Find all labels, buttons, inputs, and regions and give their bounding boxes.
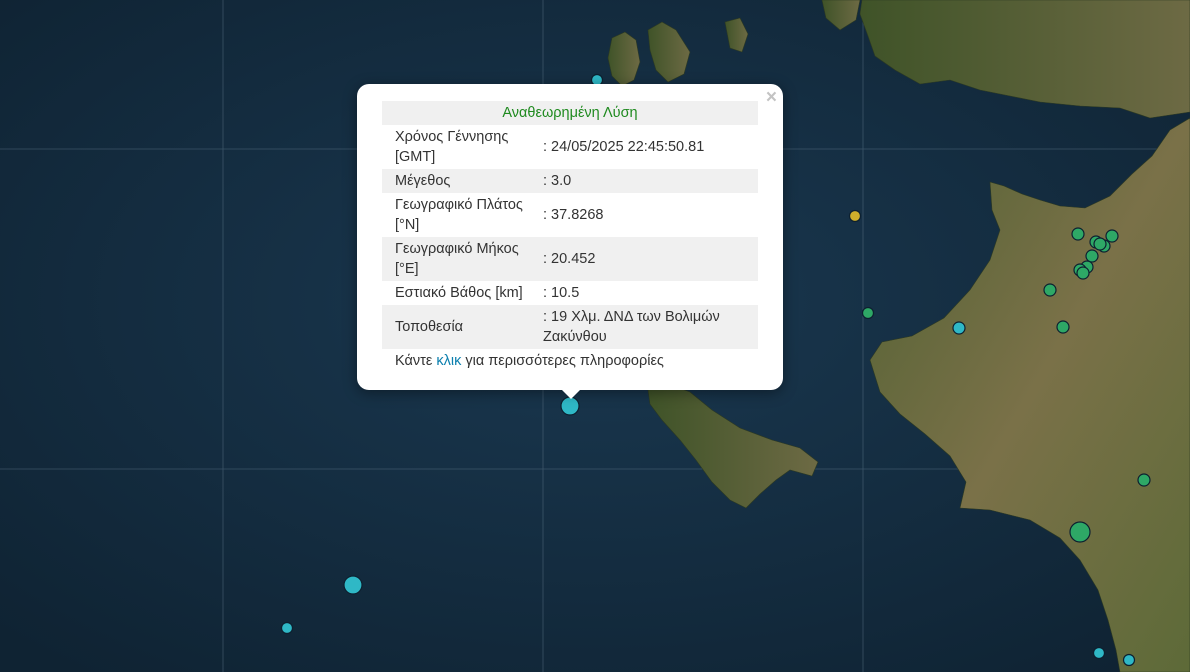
marker-green xyxy=(1076,266,1090,280)
table-row: Γεωγραφικό Μήκος [°E] : 20.452 xyxy=(382,237,758,281)
magnitude-value: : 3.0 xyxy=(543,173,572,189)
magnitude-label: Μέγεθος xyxy=(395,173,451,189)
marker-yellow xyxy=(848,209,862,223)
marker-green xyxy=(861,306,875,320)
latitude-label: Γεωγραφικό Πλάτος [°N] xyxy=(395,197,523,233)
popup-title: Αναθεωρημένη Λύση xyxy=(502,105,638,121)
table-row: Γεωγραφικό Πλάτος [°N] : 37.8268 xyxy=(382,193,758,237)
table-row: Τοποθεσία : 19 Χλμ. ΔΝΔ των Βολιμών Ζακύ… xyxy=(382,305,758,349)
depth-label: Εστιακό Βάθος [km] xyxy=(395,285,523,301)
marker-cyan xyxy=(280,621,294,635)
longitude-value: : 20.452 xyxy=(543,251,596,267)
marker-cyan-selected xyxy=(560,396,580,416)
table-row: Εστιακό Βάθος [km] : 10.5 xyxy=(382,281,758,305)
more-info-prefix: Κάντε xyxy=(395,353,433,369)
marker-green xyxy=(1043,283,1057,297)
more-info-text: Κάντε κλικ για περισσότερες πληροφορίες xyxy=(382,349,758,369)
depth-value: : 10.5 xyxy=(543,285,580,301)
popup-title-row: Αναθεωρημένη Λύση xyxy=(382,101,758,125)
earthquake-popup: × Αναθεωρημένη Λύση Χρόνος Γέννησης [GMT… xyxy=(357,84,783,399)
location-label: Τοποθεσία xyxy=(395,319,464,335)
marker-green xyxy=(1085,249,1099,263)
event-details-table: Αναθεωρημένη Λύση Χρόνος Γέννησης [GMT] … xyxy=(382,101,758,349)
more-info-link[interactable]: κλικ xyxy=(436,353,461,369)
marker-cyan xyxy=(1092,646,1106,660)
origin-time-value: : 24/05/2025 22:45:50.81 xyxy=(543,139,705,155)
location-value: : 19 Χλμ. ΔΝΔ των Βολιμών Ζακύνθου xyxy=(543,309,720,345)
marker-cyan xyxy=(1122,653,1136,667)
marker-green xyxy=(1069,521,1091,543)
close-icon[interactable]: × xyxy=(766,88,777,108)
marker-cyan xyxy=(343,575,363,595)
marker-green xyxy=(1056,320,1070,334)
marker-green xyxy=(1137,473,1151,487)
table-row: Μέγεθος : 3.0 xyxy=(382,169,758,193)
popup-tip xyxy=(560,388,582,399)
more-info-suffix: για περισσότερες πληροφορίες xyxy=(465,353,664,369)
latitude-value: : 37.8268 xyxy=(543,207,604,223)
table-row: Χρόνος Γέννησης [GMT] : 24/05/2025 22:45… xyxy=(382,125,758,169)
marker-green xyxy=(1105,229,1119,243)
longitude-label: Γεωγραφικό Μήκος [°E] xyxy=(395,241,519,277)
popup-content: Αναθεωρημένη Λύση Χρόνος Γέννησης [GMT] … xyxy=(382,101,758,369)
marker-green xyxy=(1071,227,1085,241)
marker-cyan xyxy=(952,321,966,335)
marker-green xyxy=(1093,237,1107,251)
origin-time-label: Χρόνος Γέννησης [GMT] xyxy=(395,129,509,165)
